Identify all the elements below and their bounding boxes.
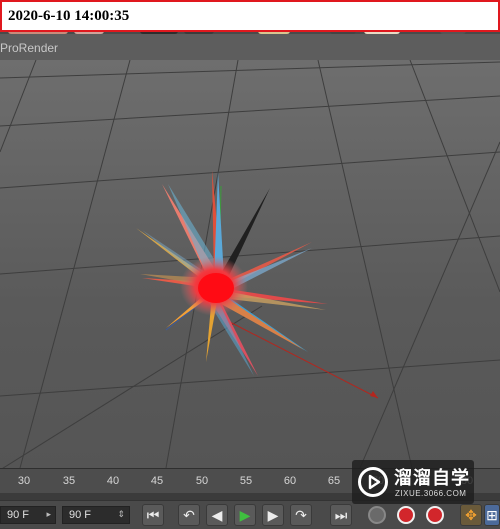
play-button[interactable]: ▶ [234,504,256,526]
end-frame-value: 90 F [69,509,92,521]
start-frame-value: 90 F [7,509,30,521]
timeline-tick: 60 [283,475,297,487]
goto-start-button[interactable]: ⏮ [142,504,164,526]
stepper-icon[interactable]: ▸ [46,509,51,520]
prev-frame-button[interactable]: ◀ [206,504,228,526]
stepper-icon[interactable]: ⇕ [117,509,125,520]
timeline-tick: 65 [327,475,341,487]
watermark-site: ZIXUE.3066.COM [395,489,467,498]
play-logo-icon [358,467,388,497]
goto-end-button[interactable]: ⏭ [330,504,352,526]
timeline-tick: 55 [239,475,253,487]
watermark-brand: 溜溜自学 [394,468,470,488]
record-icon[interactable] [397,506,415,524]
play-logo-glyph [368,474,381,490]
timeline-tick: 40 [106,475,120,487]
end-frame-field[interactable]: 90 F ⇕ [62,506,130,524]
autokey-icon[interactable] [426,506,444,524]
prev-key-button[interactable]: ↶ [178,504,200,526]
viewport-grid [0,60,500,468]
viewport-title: ProRender [0,41,59,55]
transport-bar: 90 F ▸ 90 F ⇕ ⏮ ↶ ◀ ▶ ▶ ↷ ⏭ ✥ ⊞ [0,500,500,529]
toolbar-strip: 2020-6-10 14:00:35 [0,0,500,34]
timestamp-overlay: 2020-6-10 14:00:35 [0,0,500,32]
viewport-scene [0,60,500,468]
viewport-header: ProRender [0,34,500,61]
x-axis-arrow [370,391,378,398]
timeline-tick: 35 [62,475,76,487]
starburst-object[interactable] [136,170,328,376]
move-tool-icon[interactable]: ✥ [460,504,482,526]
timeline-tick: 45 [150,475,164,487]
3d-viewport[interactable] [0,60,500,468]
timeline-tick: 50 [195,475,209,487]
timeline-tick: 30 [17,475,31,487]
next-key-button[interactable]: ↷ [290,504,312,526]
start-frame-field[interactable]: 90 F ▸ [0,506,56,524]
timestamp-text: 2020-6-10 14:00:35 [8,8,130,24]
motion-record-icon[interactable] [368,506,386,524]
scale-tool-icon[interactable]: ⊞ [484,504,500,526]
watermark-logo: 溜溜自学 ZIXUE.3066.COM [352,460,474,504]
next-frame-button[interactable]: ▶ [262,504,284,526]
